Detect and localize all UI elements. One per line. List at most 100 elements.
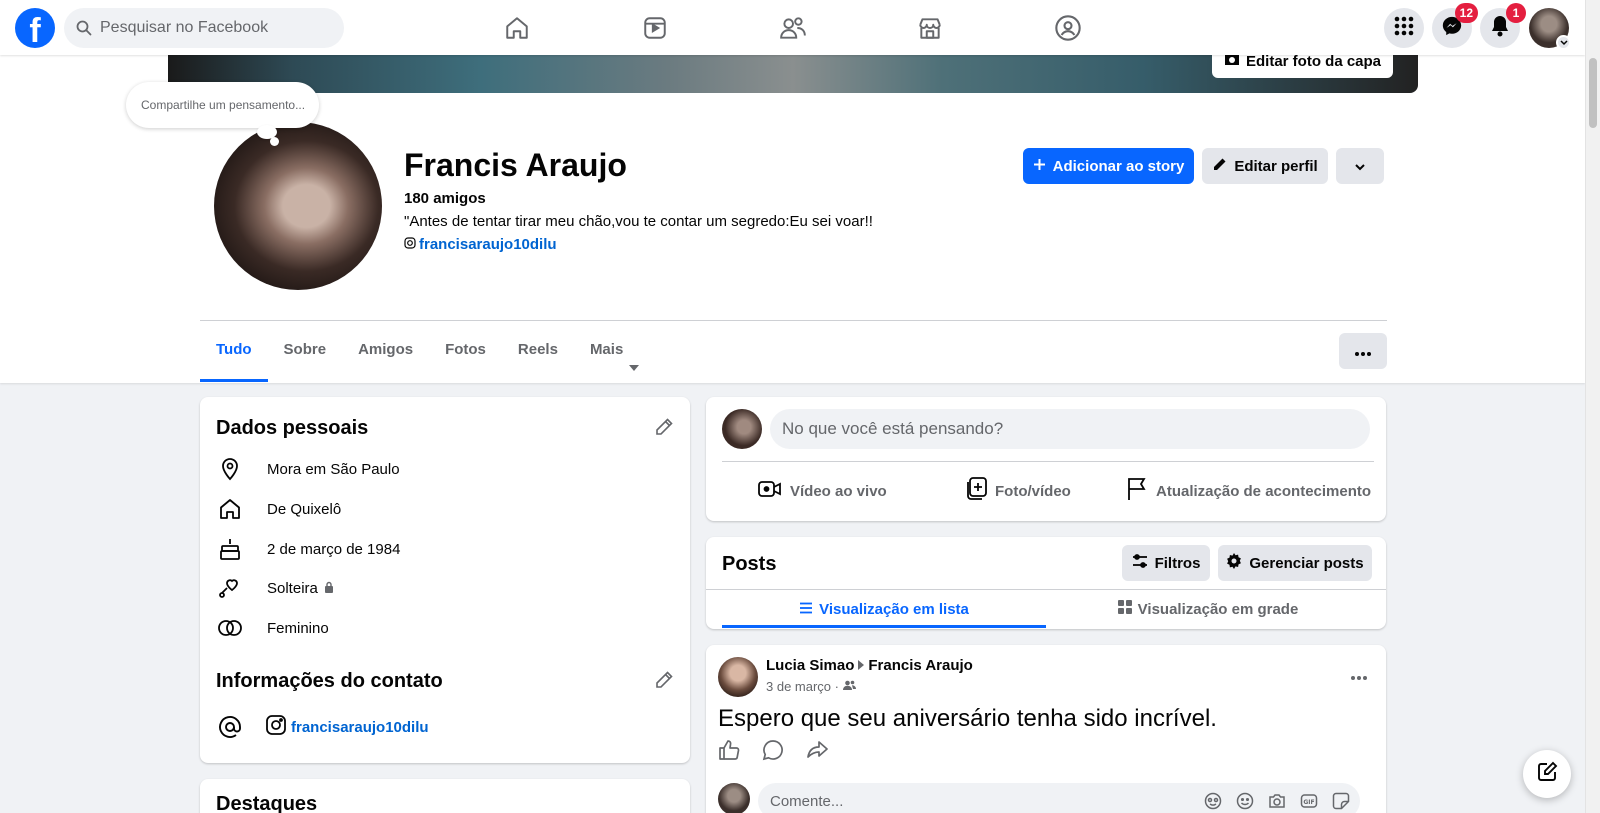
life-event-button[interactable]: Atualização de acontecimento	[1126, 471, 1371, 511]
friends-count[interactable]: 180 amigos	[404, 190, 486, 207]
edit-profile-label: Editar perfil	[1234, 157, 1318, 175]
add-story-label: Adicionar ao story	[1052, 157, 1185, 175]
manage-posts-button[interactable]: Gerenciar posts	[1218, 545, 1372, 581]
search-input[interactable]	[100, 19, 320, 37]
grid-icon	[1394, 16, 1414, 41]
sticker-icon[interactable]	[1332, 792, 1350, 813]
share-icon[interactable]	[806, 739, 828, 766]
grid-view-tab[interactable]: Visualização em grade	[1046, 590, 1370, 628]
grid-view-icon	[1117, 600, 1132, 618]
compose-icon	[1536, 761, 1558, 788]
profile-bio: "Antes de tentar tirar meu chão,vou te c…	[404, 213, 873, 230]
edit-pencil-icon[interactable]	[654, 670, 674, 695]
contact-row: francisaraujo10dilu	[215, 712, 429, 742]
gear-icon	[1226, 553, 1242, 573]
post-date[interactable]: 3 de março ·	[766, 679, 839, 694]
scrollbar-thumb[interactable]	[1589, 58, 1597, 128]
detail-text: De Quixelô	[267, 500, 342, 518]
video-icon[interactable]	[637, 10, 673, 46]
filters-button[interactable]: Filtros	[1122, 545, 1210, 581]
home-icon	[215, 497, 245, 521]
highlights-title: Destaques	[216, 793, 318, 813]
profile-options-button[interactable]	[1336, 148, 1384, 184]
detail-location: Mora em São Paulo	[215, 454, 400, 484]
camera-icon[interactable]	[1268, 792, 1286, 813]
notifications-button[interactable]: 1	[1480, 3, 1526, 48]
manage-posts-label: Gerenciar posts	[1249, 554, 1364, 572]
grid-view-label: Visualização em grade	[1137, 600, 1299, 618]
groups-icon[interactable]	[1050, 10, 1086, 46]
menu-grid-button[interactable]	[1384, 8, 1424, 48]
profile-name: Francis Araujo	[404, 147, 627, 183]
account-avatar[interactable]	[1529, 8, 1571, 50]
search-icon	[76, 20, 92, 36]
marketplace-icon[interactable]	[912, 10, 948, 46]
emoji-icon[interactable]	[1236, 792, 1254, 813]
post-meta: 3 de março ·	[766, 679, 856, 694]
gif-icon[interactable]: GIF	[1300, 792, 1318, 813]
thought-bubble[interactable]: Compartilhe um pensamento...	[126, 82, 319, 128]
search-box[interactable]	[64, 8, 344, 48]
tab-label: Reels	[517, 341, 558, 358]
posts-header-card: Posts Filtros Gerenciar posts Visualizaç…	[706, 537, 1386, 629]
composer-card: No que você está pensando? Vídeo ao vivo…	[706, 397, 1386, 521]
caret-right-icon	[858, 657, 865, 674]
add-story-button[interactable]: Adicionar ao story	[1023, 148, 1194, 184]
composer-input[interactable]: No que você está pensando?	[770, 409, 1370, 449]
list-view-tab[interactable]: Visualização em lista	[722, 590, 1046, 628]
messenger-button[interactable]: 12	[1432, 3, 1478, 48]
profile-picture[interactable]	[214, 122, 382, 290]
notifications-badge: 1	[1506, 3, 1526, 23]
live-video-button[interactable]: Vídeo ao vivo	[758, 471, 887, 511]
home-icon[interactable]	[499, 10, 535, 46]
contact-instagram-link[interactable]: francisaraujo10dilu	[291, 719, 429, 736]
tab-tudo[interactable]: Tudo	[200, 330, 268, 382]
list-view-label: Visualização em lista	[819, 600, 969, 618]
tab-mais[interactable]: Mais	[574, 330, 655, 382]
post-options-icon[interactable]	[1351, 667, 1367, 685]
tab-fotos[interactable]: Fotos	[429, 330, 502, 382]
tab-sobre[interactable]: Sobre	[268, 330, 343, 382]
chevron-down-icon	[1354, 158, 1366, 175]
instagram-link[interactable]: francisaraujo10dilu	[404, 236, 557, 253]
personal-details-title: Dados pessoais	[216, 417, 369, 439]
instagram-handle: francisaraujo10dilu	[419, 236, 557, 253]
posts-title: Posts	[722, 553, 777, 575]
friends-icon[interactable]	[775, 10, 811, 46]
photo-video-button[interactable]: Foto/vídeo	[965, 471, 1071, 511]
photo-icon	[965, 477, 987, 505]
tab-label: Fotos	[445, 341, 486, 358]
pencil-icon	[1212, 157, 1227, 176]
caret-down-icon	[629, 347, 640, 387]
facebook-logo[interactable]: f	[15, 8, 55, 48]
list-icon	[799, 601, 813, 618]
photo-video-label: Foto/vídeo	[995, 482, 1071, 500]
tab-amigos[interactable]: Amigos	[342, 330, 429, 382]
thought-bubble-dot	[270, 137, 279, 146]
edit-pencil-icon[interactable]	[654, 417, 674, 442]
detail-gender: Feminino	[215, 613, 329, 643]
post-target-name[interactable]: Francis Araujo	[868, 657, 972, 674]
post-author-name[interactable]: Lucia Simao	[766, 657, 854, 674]
thought-bubble-text: Compartilhe um pensamento...	[141, 98, 306, 112]
instagram-icon	[265, 714, 287, 740]
comment-input[interactable]: Comente... GIF	[758, 783, 1360, 813]
like-icon[interactable]	[718, 739, 740, 766]
comment-icon[interactable]	[762, 739, 784, 766]
live-video-label: Vídeo ao vivo	[790, 482, 887, 500]
detail-text: Mora em São Paulo	[267, 460, 400, 478]
page-scrollbar[interactable]	[1585, 0, 1600, 813]
tabs-more-button[interactable]	[1339, 333, 1387, 369]
svg-text:GIF: GIF	[1303, 799, 1314, 806]
edit-profile-button[interactable]: Editar perfil	[1202, 148, 1328, 184]
detail-text: Feminino	[267, 619, 329, 637]
detail-birthday: 2 de março de 1984	[215, 534, 400, 564]
composer-avatar[interactable]	[722, 409, 762, 449]
tab-reels[interactable]: Reels	[502, 330, 574, 382]
profile-tabs: Tudo Sobre Amigos Fotos Reels Mais	[200, 330, 655, 382]
more-icon	[1355, 343, 1371, 360]
gender-icon	[215, 618, 245, 638]
post-author-avatar[interactable]	[718, 657, 758, 697]
new-message-button[interactable]	[1523, 750, 1571, 798]
avatar-sticker-icon[interactable]	[1204, 792, 1222, 813]
